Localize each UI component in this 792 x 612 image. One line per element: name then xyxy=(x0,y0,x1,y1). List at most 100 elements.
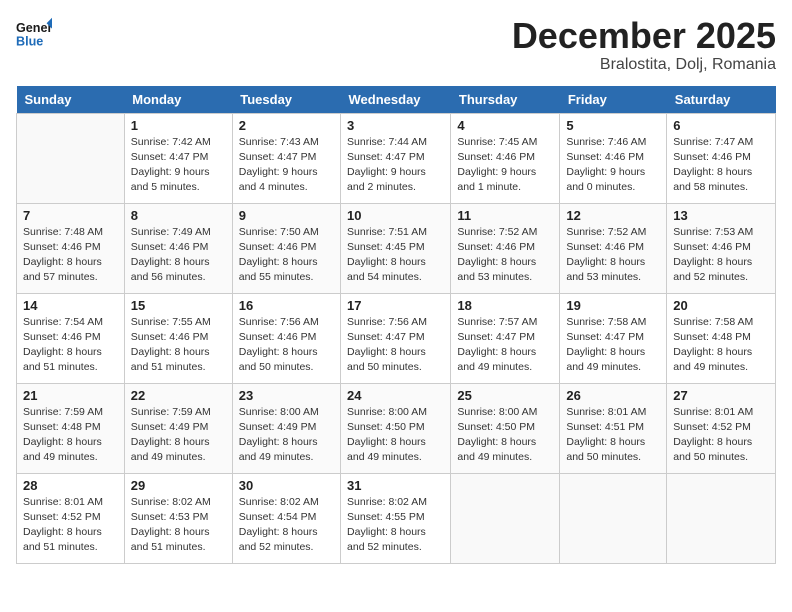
day-number: 10 xyxy=(347,208,444,223)
calendar-cell: 31Sunrise: 8:02 AMSunset: 4:55 PMDayligh… xyxy=(341,473,451,563)
calendar-table: SundayMondayTuesdayWednesdayThursdayFrid… xyxy=(16,86,776,564)
day-info: Sunrise: 7:48 AMSunset: 4:46 PMDaylight:… xyxy=(23,225,118,286)
day-number: 29 xyxy=(131,478,226,493)
day-info: Sunrise: 7:44 AMSunset: 4:47 PMDaylight:… xyxy=(347,135,444,196)
day-info: Sunrise: 7:54 AMSunset: 4:46 PMDaylight:… xyxy=(23,315,118,376)
location-title: Bralostita, Dolj, Romania xyxy=(512,56,776,74)
calendar-cell: 10 Sunrise: 7:51 AMSunset: 4:45 PMDayligh… xyxy=(341,203,451,293)
day-number: 21 xyxy=(23,388,118,403)
day-number: 27 xyxy=(673,388,769,403)
day-number: 7 xyxy=(23,208,118,223)
day-info: Sunrise: 7:49 AMSunset: 4:46 PMDaylight:… xyxy=(131,225,226,286)
day-number: 18 xyxy=(457,298,553,313)
day-info: Sunrise: 8:00 AMSunset: 4:50 PMDaylight:… xyxy=(347,405,444,466)
day-number: 9 xyxy=(239,208,334,223)
calendar-cell: 14 Sunrise: 7:54 AMSunset: 4:46 PMDayligh… xyxy=(17,293,125,383)
day-info: Sunrise: 7:43 AMSunset: 4:47 PMDaylight:… xyxy=(239,135,334,196)
dow-header-sunday: Sunday xyxy=(17,86,125,114)
day-info: Sunrise: 8:02 AMSunset: 4:55 PMDaylight:… xyxy=(347,495,444,556)
day-number: 4 xyxy=(457,118,553,133)
day-info: Sunrise: 8:00 AMSunset: 4:49 PMDaylight:… xyxy=(239,405,334,466)
calendar-cell: 2 Sunrise: 7:43 AMSunset: 4:47 PMDaylight… xyxy=(232,113,340,203)
day-number: 8 xyxy=(131,208,226,223)
calendar-cell: 21 Sunrise: 7:59 AMSunset: 4:48 PMDayligh… xyxy=(17,383,125,473)
month-title: December 2025 xyxy=(512,16,776,56)
title-area: December 2025 Bralostita, Dolj, Romania xyxy=(512,16,776,74)
day-number: 14 xyxy=(23,298,118,313)
day-number: 26 xyxy=(566,388,660,403)
week-row-1: 1 Sunrise: 7:42 AMSunset: 4:47 PMDaylight… xyxy=(17,113,776,203)
day-number: 1 xyxy=(131,118,226,133)
calendar-cell: 7 Sunrise: 7:48 AMSunset: 4:46 PMDaylight… xyxy=(17,203,125,293)
calendar-cell: 29Sunrise: 8:02 AMSunset: 4:53 PMDayligh… xyxy=(124,473,232,563)
day-number: 3 xyxy=(347,118,444,133)
day-info: Sunrise: 7:58 AMSunset: 4:47 PMDaylight:… xyxy=(566,315,660,376)
calendar-cell: 5Sunrise: 7:46 AMSunset: 4:46 PMDaylight… xyxy=(560,113,667,203)
day-info: Sunrise: 7:42 AMSunset: 4:47 PMDaylight:… xyxy=(131,135,226,196)
day-info: Sunrise: 7:45 AMSunset: 4:46 PMDaylight:… xyxy=(457,135,553,196)
day-number: 2 xyxy=(239,118,334,133)
day-info: Sunrise: 7:57 AMSunset: 4:47 PMDaylight:… xyxy=(457,315,553,376)
day-info: Sunrise: 8:01 AMSunset: 4:52 PMDaylight:… xyxy=(23,495,118,556)
calendar-cell: 1 Sunrise: 7:42 AMSunset: 4:47 PMDaylight… xyxy=(124,113,232,203)
day-info: Sunrise: 7:55 AMSunset: 4:46 PMDaylight:… xyxy=(131,315,226,376)
calendar-cell xyxy=(667,473,776,563)
day-info: Sunrise: 7:56 AMSunset: 4:47 PMDaylight:… xyxy=(347,315,444,376)
dow-header-thursday: Thursday xyxy=(451,86,560,114)
calendar-cell xyxy=(560,473,667,563)
calendar-cell: 23 Sunrise: 8:00 AMSunset: 4:49 PMDayligh… xyxy=(232,383,340,473)
calendar-cell xyxy=(451,473,560,563)
day-info: Sunrise: 7:50 AMSunset: 4:46 PMDaylight:… xyxy=(239,225,334,286)
calendar-cell: 28 Sunrise: 8:01 AMSunset: 4:52 PMDayligh… xyxy=(17,473,125,563)
calendar-cell: 6 Sunrise: 7:47 AMSunset: 4:46 PMDaylight… xyxy=(667,113,776,203)
calendar-cell: 26 Sunrise: 8:01 AMSunset: 4:51 PMDayligh… xyxy=(560,383,667,473)
calendar-cell: 17 Sunrise: 7:56 AMSunset: 4:47 PMDayligh… xyxy=(341,293,451,383)
day-number: 30 xyxy=(239,478,334,493)
svg-text:General: General xyxy=(16,21,52,35)
calendar-cell: 4 Sunrise: 7:45 AMSunset: 4:46 PMDaylight… xyxy=(451,113,560,203)
day-number: 28 xyxy=(23,478,118,493)
logo-icon: General Blue xyxy=(16,16,52,52)
calendar-cell: 3 Sunrise: 7:44 AMSunset: 4:47 PMDaylight… xyxy=(341,113,451,203)
week-row-3: 14 Sunrise: 7:54 AMSunset: 4:46 PMDayligh… xyxy=(17,293,776,383)
day-number: 24 xyxy=(347,388,444,403)
day-number: 22 xyxy=(131,388,226,403)
day-info: Sunrise: 7:59 AMSunset: 4:48 PMDaylight:… xyxy=(23,405,118,466)
day-info: Sunrise: 8:00 AMSunset: 4:50 PMDaylight:… xyxy=(457,405,553,466)
day-info: Sunrise: 8:01 AMSunset: 4:51 PMDaylight:… xyxy=(566,405,660,466)
day-number: 15 xyxy=(131,298,226,313)
calendar-cell: 27Sunrise: 8:01 AMSunset: 4:52 PMDayligh… xyxy=(667,383,776,473)
day-number: 11 xyxy=(457,208,553,223)
calendar-cell: 16Sunrise: 7:56 AMSunset: 4:46 PMDayligh… xyxy=(232,293,340,383)
header: General Blue December 2025 Bralostita, D… xyxy=(16,16,776,74)
calendar-cell: 13Sunrise: 7:53 AMSunset: 4:46 PMDayligh… xyxy=(667,203,776,293)
day-number: 19 xyxy=(566,298,660,313)
day-number: 6 xyxy=(673,118,769,133)
dow-header-wednesday: Wednesday xyxy=(341,86,451,114)
dow-header-friday: Friday xyxy=(560,86,667,114)
day-info: Sunrise: 7:59 AMSunset: 4:49 PMDaylight:… xyxy=(131,405,226,466)
day-info: Sunrise: 7:52 AMSunset: 4:46 PMDaylight:… xyxy=(566,225,660,286)
calendar-cell: 8 Sunrise: 7:49 AMSunset: 4:46 PMDaylight… xyxy=(124,203,232,293)
calendar-cell: 15 Sunrise: 7:55 AMSunset: 4:46 PMDayligh… xyxy=(124,293,232,383)
day-number: 17 xyxy=(347,298,444,313)
dow-header-saturday: Saturday xyxy=(667,86,776,114)
day-number: 23 xyxy=(239,388,334,403)
calendar-cell: 12Sunrise: 7:52 AMSunset: 4:46 PMDayligh… xyxy=(560,203,667,293)
calendar-cell: 9 Sunrise: 7:50 AMSunset: 4:46 PMDaylight… xyxy=(232,203,340,293)
calendar-cell: 24 Sunrise: 8:00 AMSunset: 4:50 PMDayligh… xyxy=(341,383,451,473)
day-info: Sunrise: 7:53 AMSunset: 4:46 PMDaylight:… xyxy=(673,225,769,286)
calendar-cell xyxy=(17,113,125,203)
logo: General Blue xyxy=(16,16,52,52)
calendar-cell: 11Sunrise: 7:52 AMSunset: 4:46 PMDayligh… xyxy=(451,203,560,293)
dow-header-tuesday: Tuesday xyxy=(232,86,340,114)
calendar-cell: 22 Sunrise: 7:59 AMSunset: 4:49 PMDayligh… xyxy=(124,383,232,473)
day-info: Sunrise: 7:51 AMSunset: 4:45 PMDaylight:… xyxy=(347,225,444,286)
day-info: Sunrise: 7:58 AMSunset: 4:48 PMDaylight:… xyxy=(673,315,769,376)
calendar-cell: 30Sunrise: 8:02 AMSunset: 4:54 PMDayligh… xyxy=(232,473,340,563)
calendar-body: 1 Sunrise: 7:42 AMSunset: 4:47 PMDaylight… xyxy=(17,113,776,563)
day-info: Sunrise: 7:47 AMSunset: 4:46 PMDaylight:… xyxy=(673,135,769,196)
calendar-cell: 18 Sunrise: 7:57 AMSunset: 4:47 PMDayligh… xyxy=(451,293,560,383)
calendar-cell: 20Sunrise: 7:58 AMSunset: 4:48 PMDayligh… xyxy=(667,293,776,383)
week-row-2: 7 Sunrise: 7:48 AMSunset: 4:46 PMDaylight… xyxy=(17,203,776,293)
